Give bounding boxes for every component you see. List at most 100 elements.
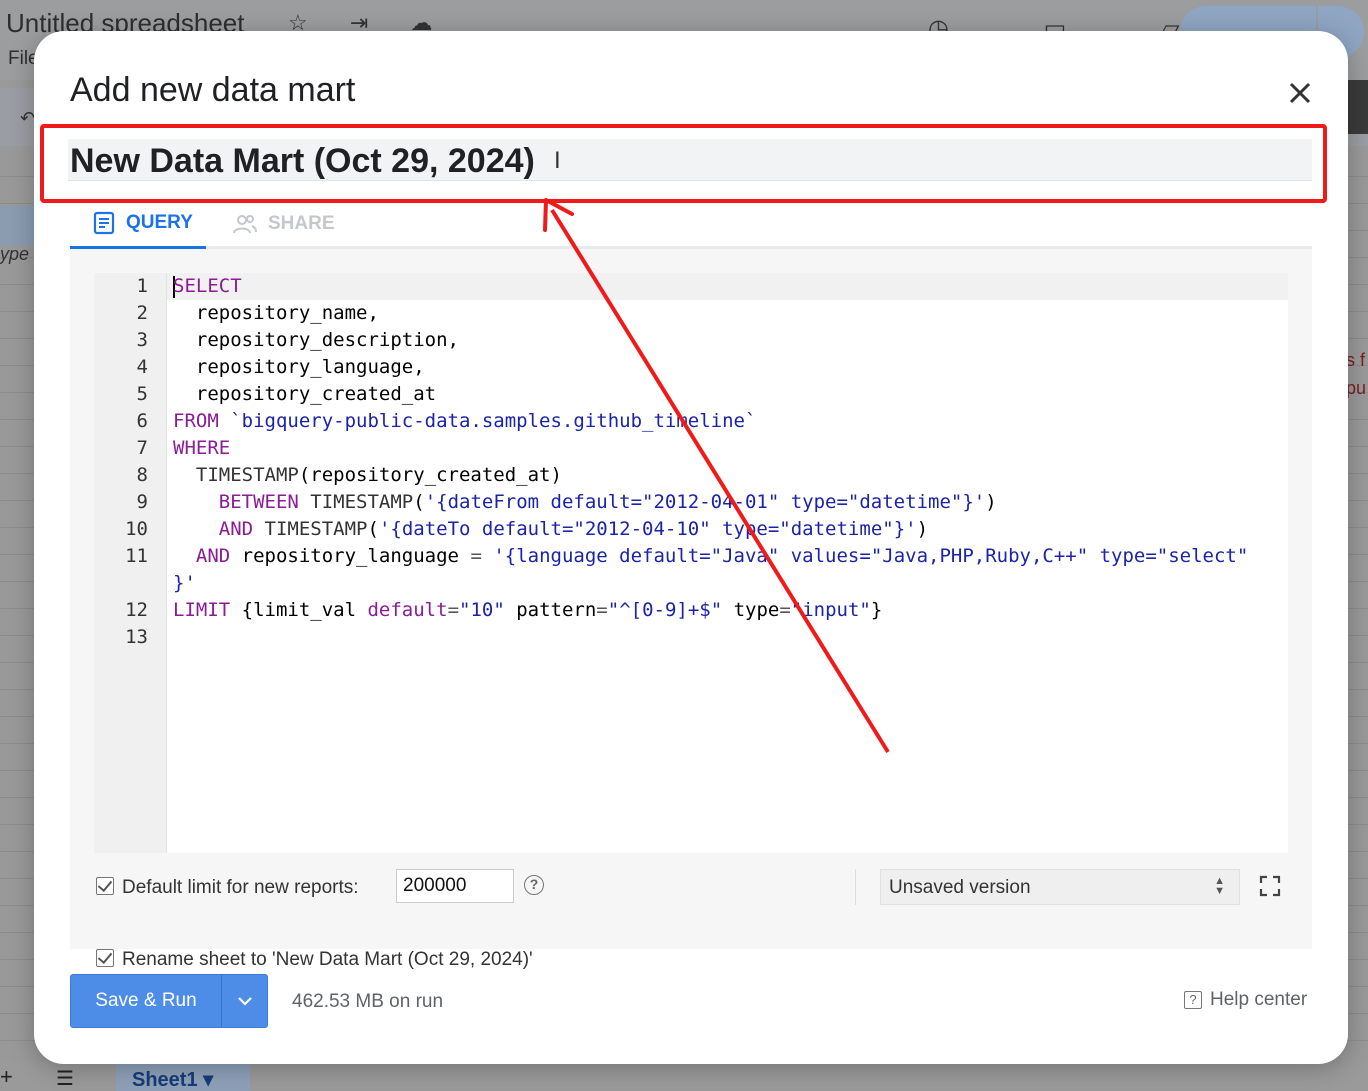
version-select[interactable]: Unsaved version ▲ ▼: [880, 869, 1240, 905]
code-token: (repository_created_at): [298, 464, 562, 486]
code-line: WHERE: [173, 437, 230, 459]
close-icon: [1289, 82, 1311, 104]
cell-fragment: ype: [0, 244, 30, 264]
tab-share[interactable]: SHARE: [232, 199, 372, 249]
code-token: =: [596, 599, 608, 621]
code-token: BETWEEN: [218, 491, 311, 513]
version-select-value: Unsaved version: [889, 877, 1031, 898]
help-center-label: Help center: [1210, 989, 1308, 1010]
code-line: AND TIMESTAMP('{dateTo default="2012-04-…: [173, 518, 928, 540]
tab-query[interactable]: QUERY: [70, 199, 206, 249]
line-number: 2: [136, 302, 148, 324]
side-panel-edge: [1348, 80, 1368, 134]
code-token: AND: [218, 518, 265, 540]
all-sheets-icon: ☰: [56, 1068, 74, 1090]
line-number: 13: [125, 626, 148, 648]
code-token: TIMESTAMP: [310, 491, 414, 513]
code-token: `bigquery-public-data.samples.github_tim…: [230, 410, 757, 432]
line-number: 1: [136, 275, 148, 297]
chevron-down-icon: [238, 997, 252, 1006]
code-token: LIMIT: [173, 599, 242, 621]
select-arrows-icon: ▲ ▼: [1214, 875, 1225, 897]
code-token: AND: [195, 545, 242, 567]
code-token: (: [367, 518, 379, 540]
code-token: TIMESTAMP: [195, 464, 299, 486]
close-button[interactable]: [1278, 71, 1322, 115]
default-limit-checkbox[interactable]: [96, 877, 114, 895]
active-line-highlight: [167, 273, 1288, 300]
line-number: 10: [125, 518, 148, 540]
sql-editor[interactable]: 1 2 3 4 5 6 7 8 9 10 11 12 13 SELECT rep…: [94, 273, 1288, 853]
code-token: ): [916, 518, 929, 540]
line-number: 12: [125, 599, 148, 621]
code-token: repository_created_at: [173, 383, 437, 405]
code-token: }: [870, 599, 883, 621]
code-token: =: [470, 545, 494, 567]
code-token: (: [413, 491, 425, 513]
dialog-title: Add new data mart: [70, 71, 356, 109]
side-fragment-2: pu: [1346, 378, 1367, 398]
side-fragment: s f pu: [1346, 346, 1366, 402]
people-icon: [233, 215, 257, 234]
tab-query-label: QUERY: [126, 211, 193, 233]
line-number: 4: [136, 356, 148, 378]
code-token: ): [985, 491, 997, 513]
save-run-dropdown[interactable]: [222, 975, 268, 1027]
code-token: '{dateFrom default="2012-04-01" type="da…: [424, 491, 986, 513]
rename-sheet-label: Rename sheet to 'New Data Mart (Oct 29, …: [122, 949, 533, 970]
code-line: repository_language,: [173, 356, 425, 378]
options-row: Default limit for new reports: ? Unsaved…: [94, 869, 1288, 909]
dialog-tabs: QUERY SHARE: [70, 199, 1312, 249]
code-token: '{language default="Java" values="Java,P…: [493, 545, 1249, 567]
code-line: SELECT: [173, 275, 242, 297]
rename-sheet-checkbox[interactable]: [96, 949, 114, 967]
fullscreen-icon[interactable]: [1259, 875, 1281, 897]
save-run-button[interactable]: Save & Run: [71, 975, 221, 1027]
line-number: 9: [136, 491, 148, 513]
code-token: repository_language,: [173, 356, 425, 378]
save-run-split-button: Save & Run: [70, 974, 268, 1028]
code-line: BETWEEN TIMESTAMP('{dateFrom default="20…: [173, 491, 997, 513]
code-line: repository_description,: [173, 329, 459, 351]
code-token: '{dateTo default="2012-04-10" type="date…: [378, 518, 917, 540]
sheet-tab: Sheet1 ▾: [116, 1064, 250, 1091]
line-number: 11: [125, 545, 148, 567]
question-circle-icon[interactable]: ?: [524, 875, 544, 895]
line-number: 6: [136, 410, 148, 432]
code-token: =: [447, 599, 460, 621]
help-center-link[interactable]: ? Help center: [1184, 989, 1307, 1011]
line-number: 8: [136, 464, 148, 486]
code-line: FROM `bigquery-public-data.samples.githu…: [173, 410, 756, 432]
query-panel: 1 2 3 4 5 6 7 8 9 10 11 12 13 SELECT rep…: [70, 249, 1312, 970]
code-line: LIMIT {limit_val default="10" pattern="^…: [173, 599, 882, 621]
divider: [855, 869, 856, 905]
document-lines-icon: [93, 211, 115, 234]
line-number: 3: [136, 329, 148, 351]
code-line: }': [173, 572, 196, 594]
line-number-gutter: 1 2 3 4 5 6 7 8 9 10 11 12 13: [94, 273, 167, 853]
help-box-icon: ?: [1184, 991, 1202, 1009]
code-token: "^[0-9]+$": [607, 599, 723, 621]
annotation-highlight-box: [40, 124, 1327, 203]
code-token: }': [173, 572, 196, 594]
code-token: pattern: [504, 599, 597, 621]
code-line: repository_created_at: [173, 383, 436, 405]
side-fragment-1: s f: [1346, 350, 1366, 370]
line-number: 7: [136, 437, 148, 459]
code-token: SELECT: [173, 275, 242, 297]
code-token: repository_name,: [173, 302, 379, 324]
code-token: WHERE: [173, 437, 231, 459]
code-token: FROM: [173, 410, 231, 432]
code-token: "input": [790, 599, 871, 621]
default-limit-label: Default limit for new reports:: [122, 877, 359, 898]
code-token: {limit_val: [241, 599, 368, 621]
default-limit-input[interactable]: [396, 869, 514, 903]
code-token: repository_language: [241, 545, 471, 567]
code-token: TIMESTAMP: [264, 518, 368, 540]
line-number: 5: [136, 383, 148, 405]
tab-share-label: SHARE: [268, 213, 335, 234]
